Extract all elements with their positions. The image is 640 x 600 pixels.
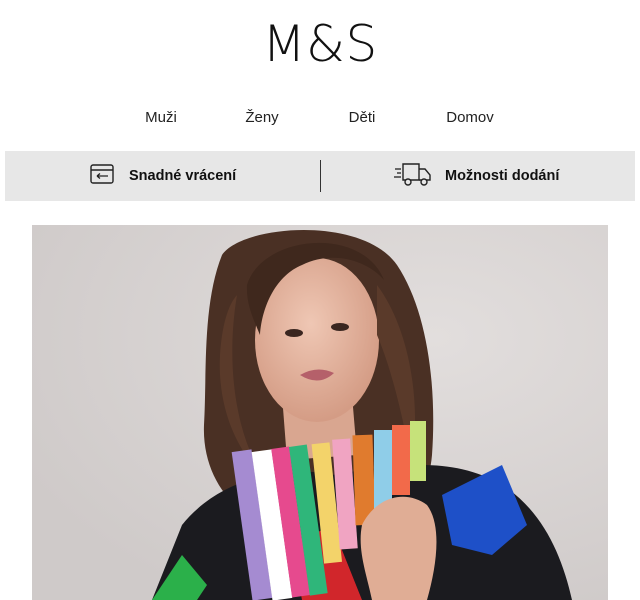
nav-item-home[interactable]: Domov	[446, 108, 494, 128]
delivery-truck-icon	[393, 160, 433, 193]
nav-item-men[interactable]: Muži	[145, 108, 177, 128]
nav-item-women[interactable]: Ženy	[245, 108, 278, 128]
nav-item-kids[interactable]: Děti	[349, 108, 376, 128]
return-tag-icon	[89, 162, 117, 191]
delivery-options-link[interactable]: Možnosti dodání	[393, 151, 559, 201]
brand-logo[interactable]: M&S	[0, 14, 640, 74]
service-divider	[320, 160, 321, 192]
delivery-options-label: Možnosti dodání	[445, 168, 560, 184]
main-navigation: Muži Ženy Děti Domov	[0, 108, 640, 130]
easy-returns-label: Snadné vrácení	[129, 168, 237, 184]
easy-returns-link[interactable]: Snadné vrácení	[89, 151, 236, 201]
service-banner: Snadné vrácení Možnosti dodání	[5, 151, 635, 201]
hero-image[interactable]	[32, 225, 608, 600]
